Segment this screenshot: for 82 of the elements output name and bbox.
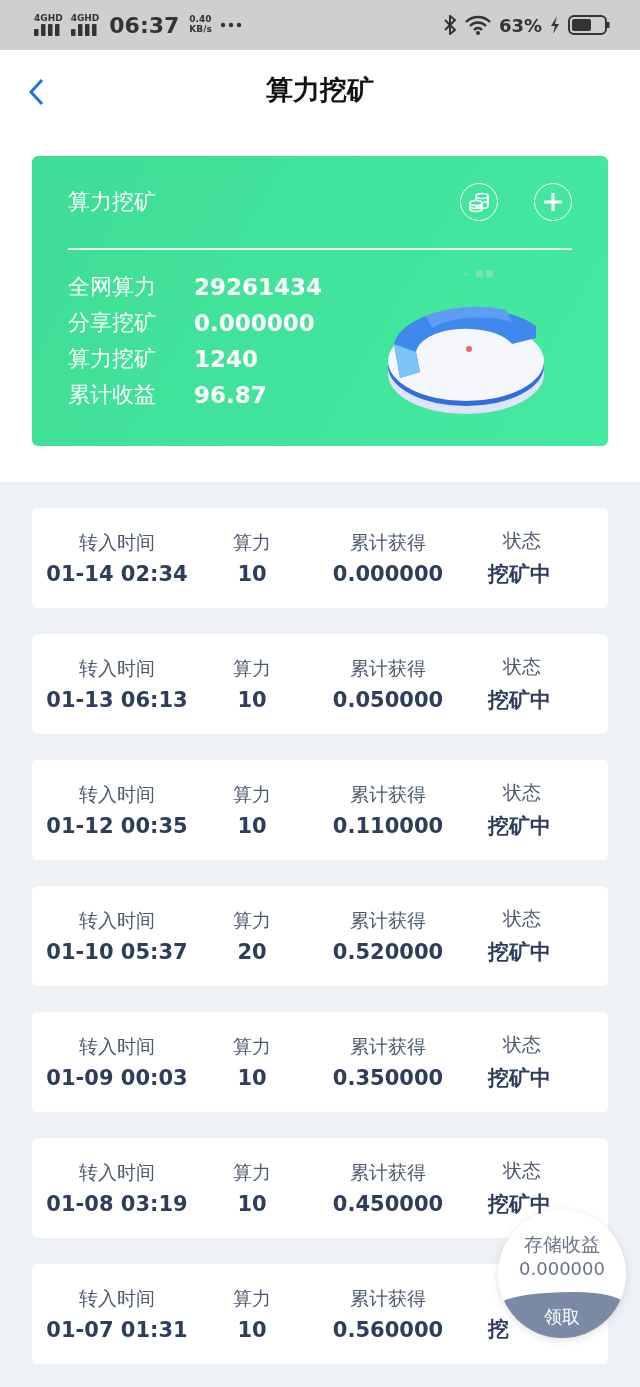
column-label: 转入时间 (79, 1034, 155, 1059)
charging-icon (550, 16, 560, 34)
network-speed: 0.40 (189, 15, 212, 25)
stat-value: 1240 (194, 346, 259, 372)
page-title: 算力挖矿 (266, 73, 374, 107)
earned-amount: 0.050000 (332, 688, 444, 712)
column-label: 状态 (503, 528, 541, 553)
earned-amount: 0.560000 (332, 1318, 444, 1342)
coins-icon (468, 191, 490, 213)
earned-amount: 0.000000 (332, 562, 444, 586)
stat-label: 分享挖矿 (68, 309, 157, 337)
column-label: 转入时间 (79, 656, 155, 681)
transfer-time: 01-14 02:34 (46, 562, 188, 586)
stat-label: 全网算力 (68, 273, 157, 301)
hash-power: 10 (237, 1318, 267, 1342)
earned-amount: 0.110000 (332, 814, 444, 838)
column-label: 状态 (503, 1032, 541, 1057)
mining-status: 挖矿中 (488, 561, 551, 588)
column-label: 算力 (233, 1034, 271, 1059)
earned-amount: 0.450000 (332, 1192, 444, 1216)
stat-value: 96.87 (194, 382, 268, 408)
column-label: 累计获得 (350, 908, 426, 933)
column-label: 算力 (233, 656, 271, 681)
column-label: 算力 (233, 782, 271, 807)
status-time: 06:37 (109, 12, 180, 38)
back-icon (28, 78, 44, 106)
transfer-time: 01-07 01:31 (46, 1318, 188, 1342)
hash-power: 10 (237, 1066, 267, 1090)
earned-amount: 0.520000 (332, 940, 444, 964)
mining-status: 挖矿中 (488, 687, 551, 714)
column-label: 状态 (503, 1158, 541, 1183)
stat-value: 0.000000 (194, 310, 316, 336)
wifi-icon (464, 15, 491, 35)
column-label: 累计获得 (350, 782, 426, 807)
column-label: 转入时间 (79, 1160, 155, 1185)
network-type: 4GHD (34, 14, 63, 23)
column-label: 累计获得 (350, 1286, 426, 1311)
column-label: 状态 (503, 654, 541, 679)
transfer-time: 01-10 05:37 (46, 940, 188, 964)
battery-icon (568, 15, 610, 35)
column-label: 算力 (233, 1286, 271, 1311)
bubble-value: 0.000000 (519, 1258, 605, 1279)
battery-percent: 63% (498, 14, 542, 36)
signal-icon (34, 24, 63, 36)
column-label: 转入时间 (79, 908, 155, 933)
bubble-label: 存储收益 (524, 1232, 600, 1257)
transfer-time: 01-09 00:03 (46, 1066, 188, 1090)
hash-power: 10 (237, 814, 267, 838)
hash-power: 10 (237, 1192, 267, 1216)
mining-status: 挖矿中 (488, 813, 551, 840)
stat-label: 累计收益 (68, 381, 157, 409)
column-label: 转入时间 (79, 782, 155, 807)
earned-amount: 0.350000 (332, 1066, 444, 1090)
card-title: 算力挖矿 (68, 188, 157, 216)
stat-label: 算力挖矿 (68, 345, 157, 373)
column-label: 算力 (233, 530, 271, 555)
mining-status: 挖矿中 (488, 1191, 551, 1218)
hash-power: 20 (237, 940, 267, 964)
speed-unit: KB/s (189, 25, 212, 35)
signal-icon (71, 24, 99, 36)
column-label: 累计获得 (350, 656, 426, 681)
mining-status: 挖矿中 (488, 939, 551, 966)
network-type: 4GHD (70, 14, 100, 23)
column-label: 累计获得 (350, 1160, 426, 1185)
column-label: 算力 (233, 1160, 271, 1185)
more-icon (219, 22, 242, 28)
hash-power: 10 (237, 688, 267, 712)
column-label: 转入时间 (79, 530, 155, 555)
transfer-time: 01-12 00:35 (46, 814, 188, 838)
transfer-time: 01-08 03:19 (46, 1192, 188, 1216)
column-label: 状态 (503, 906, 541, 931)
stat-value: 29261434 (194, 274, 324, 300)
column-label: 累计获得 (350, 530, 426, 555)
bluetooth-icon (442, 15, 457, 35)
plus-icon (542, 191, 564, 213)
hash-power: 10 (237, 562, 267, 586)
mining-status: 挖矿中 (488, 1065, 551, 1092)
column-label: 状态 (503, 780, 541, 805)
column-label: 算力 (233, 908, 271, 933)
column-label: 转入时间 (79, 1286, 155, 1311)
transfer-time: 01-13 06:13 (46, 688, 188, 712)
column-label: 累计获得 (350, 1034, 426, 1059)
